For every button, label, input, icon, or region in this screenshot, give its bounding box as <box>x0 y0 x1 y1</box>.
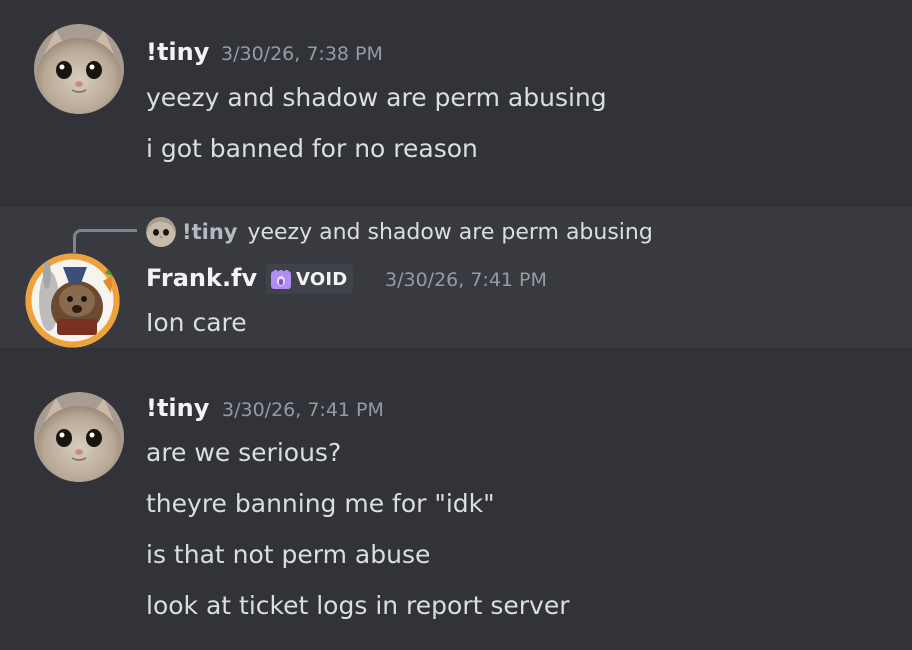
reply-text[interactable]: yeezy and shadow are perm abusing <box>247 220 652 245</box>
message-text: Ion care <box>146 308 247 337</box>
message-text: look at ticket logs in report server <box>146 591 570 620</box>
message-text: theyre banning me for "idk" <box>146 489 495 518</box>
cat-avatar-icon <box>146 217 176 247</box>
message-timestamp[interactable]: 3/30/26, 7:41 PM <box>385 268 547 292</box>
message-group: !tiny 3/30/26, 7:41 PM are we serious? t… <box>0 380 912 650</box>
message-group: !tiny 3/30/26, 7:38 PM yeezy and shadow … <box>0 0 912 200</box>
author-name[interactable]: Frank.fv <box>146 264 257 292</box>
user-avatar[interactable] <box>34 392 124 482</box>
role-tag-label: VOID <box>296 268 348 290</box>
reply-connector <box>73 229 137 253</box>
reply-author[interactable]: !tiny <box>182 220 237 244</box>
cat-avatar-icon <box>34 24 124 114</box>
author-name[interactable]: !tiny <box>146 38 209 66</box>
chat-log: !tiny 3/30/26, 7:38 PM yeezy and shadow … <box>0 0 912 650</box>
message-timestamp[interactable]: 3/30/26, 7:41 PM <box>222 398 384 422</box>
message-text: yeezy and shadow are perm abusing <box>146 83 607 112</box>
role-tag[interactable]: VOID <box>266 264 354 294</box>
user-avatar[interactable] <box>34 24 124 114</box>
dog-rabbit-avatar-icon <box>25 253 120 348</box>
message-timestamp[interactable]: 3/30/26, 7:38 PM <box>221 42 383 66</box>
cat-avatar-icon <box>34 392 124 482</box>
author-name[interactable]: !tiny <box>146 394 209 422</box>
message-text: i got banned for no reason <box>146 134 478 163</box>
message-text: is that not perm abuse <box>146 540 431 569</box>
user-avatar[interactable] <box>25 253 120 348</box>
reply-preview[interactable]: !tiny yeezy and shadow are perm abusing <box>146 217 653 247</box>
message-text: are we serious? <box>146 438 342 467</box>
castle-icon <box>271 270 291 289</box>
reply-avatar <box>146 217 176 247</box>
